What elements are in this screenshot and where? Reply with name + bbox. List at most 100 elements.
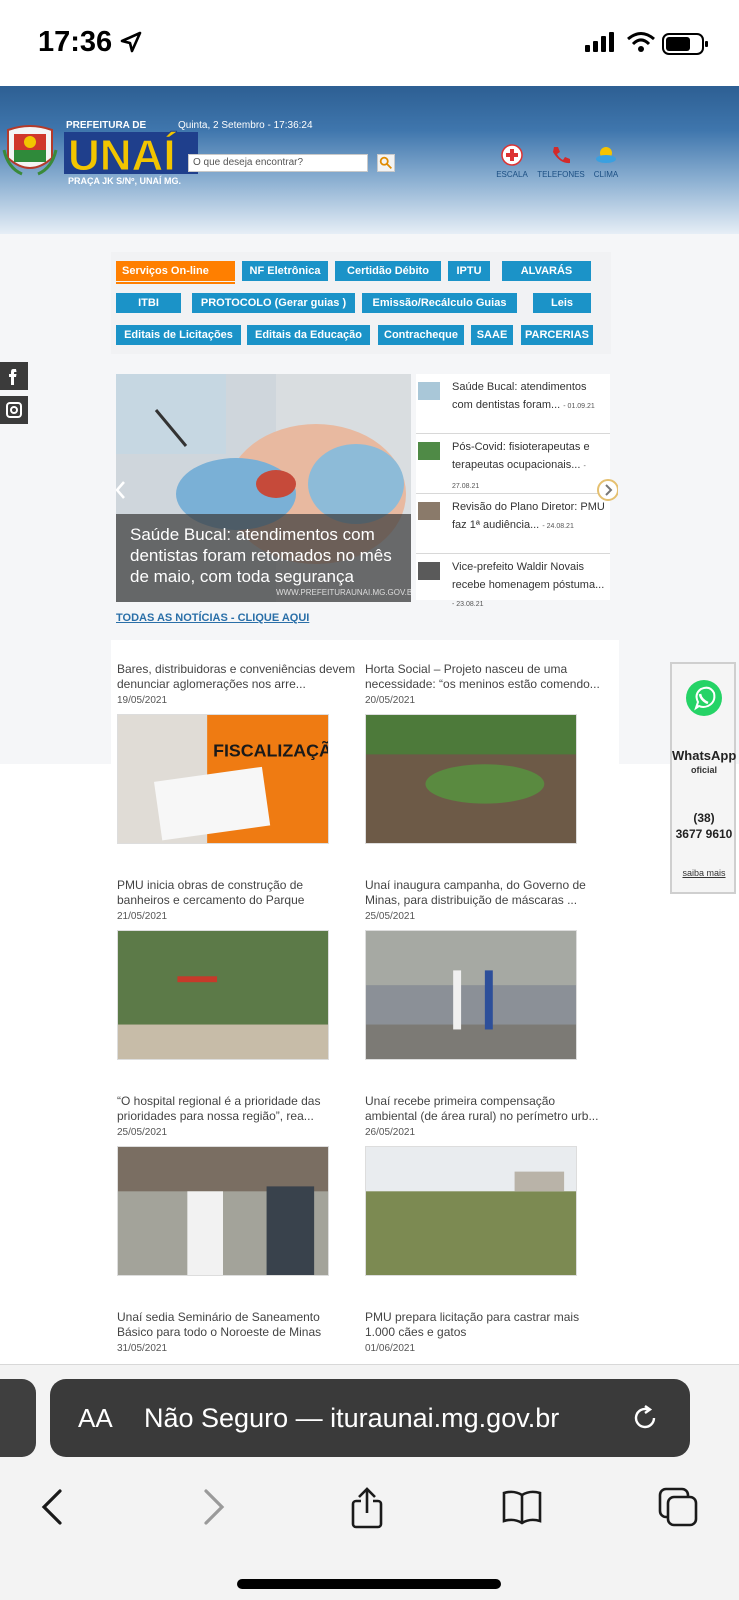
telefones-tool[interactable]: TELEFONES	[536, 144, 586, 179]
forward-icon[interactable]	[190, 1485, 234, 1529]
cellular-signal-icon	[585, 32, 614, 52]
slider-prev-icon[interactable]	[116, 478, 130, 502]
search-input[interactable]: O que deseja encontrar?	[188, 154, 368, 172]
slider-caption[interactable]: Saúde Bucal: atendimentos com dentistas …	[130, 524, 400, 587]
service-itbi-button[interactable]: ITBI	[116, 293, 181, 313]
news-card[interactable]: PMU prepara licitação para castrar mais …	[365, 1310, 605, 1354]
phone-icon	[553, 147, 570, 164]
status-time: 17:36	[38, 26, 113, 58]
service-contracheque-button[interactable]: Contracheque	[378, 325, 464, 345]
service-parcerias-button[interactable]: PARCERIAS	[521, 325, 593, 345]
whatsapp-more-link[interactable]: saiba mais	[672, 868, 736, 878]
search-icon	[379, 156, 392, 169]
news-thumbnail	[418, 382, 440, 400]
news-card[interactable]: Unaí recebe primeira compensação ambient…	[365, 1094, 605, 1276]
url-text[interactable]: Não Seguro — ituraunai.mg.gov.br	[144, 1403, 559, 1434]
card-date: 25/05/2021	[365, 911, 416, 922]
slider-watermark: WWW.PREFEITURAUNAI.MG.GOV.BR	[276, 588, 411, 597]
card-date: 25/05/2021	[117, 1127, 168, 1138]
service-nf-button[interactable]: NF Eletrônica	[242, 261, 328, 281]
header-date: Quinta, 2 Setembro - 17:36:24	[178, 120, 313, 131]
card-title[interactable]: “O hospital regional é a prioridade das …	[117, 1094, 357, 1126]
instagram-icon	[6, 402, 22, 418]
news-card[interactable]: PMU inicia obras de construção de banhei…	[117, 878, 357, 1060]
news-card[interactable]: Unaí inaugura campanha, do Governo de Mi…	[365, 878, 605, 1060]
news-card[interactable]: Horta Social – Projeto nasceu de uma nec…	[365, 662, 605, 844]
news-date: - 24.08.21	[542, 523, 574, 530]
card-title[interactable]: Bares, distribuidoras e conveniências de…	[117, 662, 357, 694]
wifi-icon	[627, 32, 655, 52]
site-header: PREFEITURA DE UNAÍ PRAÇA JK S/Nº, UNAÍ M…	[0, 86, 739, 234]
home-indicator	[237, 1579, 501, 1589]
card-image[interactable]	[365, 1146, 577, 1276]
list-item[interactable]: Pós-Covid: fisioterapeutas e terapeutas …	[416, 434, 610, 494]
whatsapp-icon	[686, 680, 722, 716]
card-image[interactable]	[365, 930, 577, 1060]
address-bar[interactable]: AA Não Seguro — ituraunai.mg.gov.br	[50, 1379, 690, 1457]
news-text: Pós-Covid: fisioterapeutas e terapeutas …	[452, 438, 606, 496]
back-icon[interactable]	[32, 1485, 76, 1529]
whatsapp-phone-area: (38)	[693, 811, 715, 825]
service-protocolo-button[interactable]: PROTOCOLO (Gerar guias )	[192, 293, 355, 313]
service-leis-button[interactable]: Leis	[533, 293, 591, 313]
all-news-link[interactable]: TODAS AS NOTÍCIAS - CLIQUE AQUI	[116, 612, 309, 624]
card-image[interactable]	[365, 714, 577, 844]
tabs-icon[interactable]	[656, 1485, 700, 1529]
whatsapp-phone: (38) 3677 9610	[672, 810, 736, 842]
reader-options-button[interactable]: AA	[78, 1403, 113, 1434]
reload-icon[interactable]	[630, 1403, 660, 1433]
news-date: - 23.08.21	[452, 601, 484, 608]
card-title[interactable]: Horta Social – Projeto nasceu de uma nec…	[365, 662, 605, 694]
service-online-button[interactable]: Serviços On-line	[116, 261, 235, 284]
card-image[interactable]	[117, 930, 329, 1060]
search-button[interactable]	[377, 154, 395, 172]
news-thumbnail	[418, 562, 440, 580]
service-editais-licitacoes-button[interactable]: Editais de Licitações	[116, 325, 241, 345]
news-card[interactable]: Unaí sedia Seminário de Saneamento Básic…	[117, 1310, 357, 1354]
list-item[interactable]: Saúde Bucal: atendimentos com dentistas …	[416, 374, 610, 434]
service-emissao-button[interactable]: Emissão/Recálculo Guias	[362, 293, 517, 313]
news-text: Saúde Bucal: atendimentos com dentistas …	[452, 378, 606, 416]
instagram-button[interactable]	[0, 396, 28, 424]
browser-toolbar: AA Não Seguro — ituraunai.mg.gov.br	[0, 1364, 739, 1600]
svg-text:UNAÍ: UNAÍ	[68, 130, 177, 176]
facebook-button[interactable]	[0, 362, 28, 390]
card-title[interactable]: Unaí recebe primeira compensação ambient…	[365, 1094, 605, 1126]
list-item[interactable]: Revisão do Plano Diretor: PMU faz 1ª aud…	[416, 494, 610, 554]
news-card[interactable]: Bares, distribuidoras e conveniências de…	[117, 662, 357, 844]
card-title[interactable]: PMU prepara licitação para castrar mais …	[365, 1310, 605, 1342]
news-card[interactable]: “O hospital regional é a prioridade das …	[117, 1094, 357, 1276]
whatsapp-title: WhatsApp	[672, 748, 737, 763]
location-arrow-icon	[120, 31, 142, 53]
previous-tab-preview[interactable]	[0, 1379, 36, 1457]
news-text: Revisão do Plano Diretor: PMU faz 1ª aud…	[452, 498, 606, 536]
card-title[interactable]: Unaí inaugura campanha, do Governo de Mi…	[365, 878, 605, 910]
slider-next-icon[interactable]	[596, 478, 618, 502]
news-slider[interactable]: Saúde Bucal: atendimentos com dentistas …	[116, 374, 411, 602]
card-title[interactable]: PMU inicia obras de construção de banhei…	[117, 878, 357, 910]
logo-address: PRAÇA JK S/Nº, UNAÍ MG.	[68, 176, 181, 186]
card-title[interactable]: Unaí sedia Seminário de Saneamento Básic…	[117, 1310, 357, 1342]
facebook-icon	[9, 369, 17, 385]
service-alvaras-button[interactable]: ALVARÁS	[502, 261, 591, 281]
card-date: 19/05/2021	[117, 695, 168, 706]
card-image[interactable]	[117, 1146, 329, 1276]
list-item[interactable]: Vice-prefeito Waldir Novais recebe homen…	[416, 554, 610, 614]
service-saae-button[interactable]: SAAE	[471, 325, 513, 345]
card-date: 31/05/2021	[117, 1343, 168, 1354]
status-bar: 17:36	[0, 0, 739, 86]
service-editais-educacao-button[interactable]: Editais da Educação	[247, 325, 370, 345]
news-title: Revisão do Plano Diretor: PMU faz 1ª aud…	[452, 501, 605, 531]
medical-cross-icon	[501, 144, 523, 166]
tool-label: CLIMA	[593, 170, 619, 179]
service-certidao-button[interactable]: Certidão Débito	[335, 261, 441, 281]
card-image[interactable]: FISCALIZAÇÃO	[117, 714, 329, 844]
bookmarks-icon[interactable]	[500, 1485, 544, 1529]
escala-tool[interactable]: ESCALA	[487, 144, 537, 179]
news-thumbnail	[418, 442, 440, 460]
share-icon[interactable]	[345, 1485, 389, 1529]
card-date: 21/05/2021	[117, 911, 168, 922]
clima-tool[interactable]: CLIMA	[581, 144, 631, 179]
service-iptu-button[interactable]: IPTU	[448, 261, 490, 281]
whatsapp-widget[interactable]: WhatsApp oficial (38) 3677 9610 saiba ma…	[670, 662, 736, 894]
